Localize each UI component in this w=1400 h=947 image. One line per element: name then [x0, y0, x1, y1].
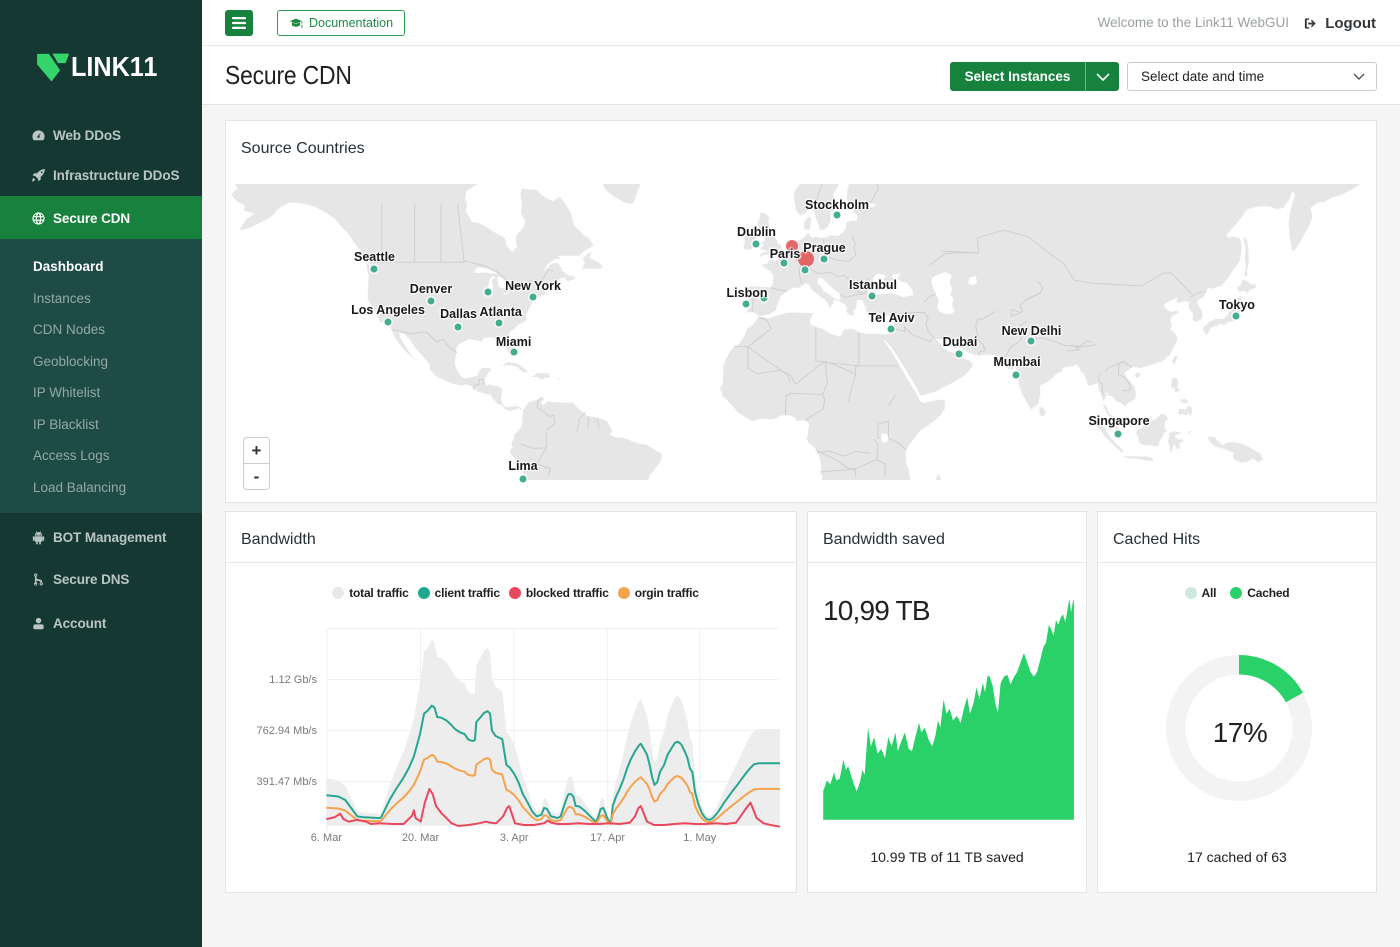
- svg-text:6. Mar: 6. Mar: [311, 832, 343, 844]
- svg-text:3. Apr: 3. Apr: [500, 832, 529, 844]
- svg-text:17. Apr: 17. Apr: [590, 832, 625, 844]
- svg-text:20. Mar: 20. Mar: [402, 832, 440, 844]
- svg-text:391.47 Mb/s: 391.47 Mb/s: [256, 776, 317, 788]
- svg-text:1.12 Gb/s: 1.12 Gb/s: [269, 674, 317, 686]
- svg-text:762.94 Mb/s: 762.94 Mb/s: [256, 725, 317, 737]
- svg-text:17%: 17%: [1213, 717, 1268, 748]
- svg-text:1. May: 1. May: [683, 832, 717, 844]
